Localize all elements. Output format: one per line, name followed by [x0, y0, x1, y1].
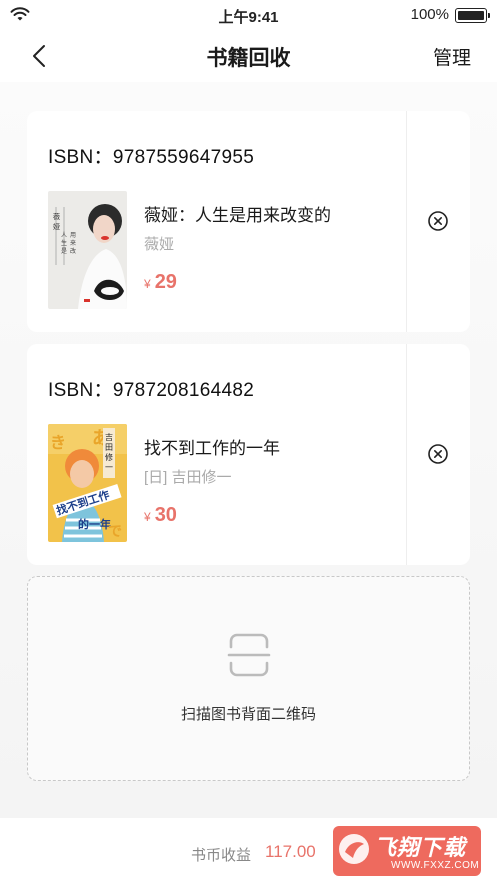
- svg-text:修: 修: [105, 452, 113, 462]
- card-divider: [406, 111, 407, 332]
- book-title: 找不到工作的一年: [144, 439, 280, 458]
- book-isbn: ISBN：9787559647955: [48, 147, 255, 168]
- svg-text:是: 是: [61, 248, 67, 255]
- svg-text:き: き: [50, 433, 66, 452]
- book-card: ISBN：9787559647955 薇 娅 人 生 是 用 来 改 薇娅：人生…: [27, 111, 470, 332]
- scan-barcode-button[interactable]: 扫描图书背面二维码: [27, 576, 470, 781]
- svg-text:生: 生: [61, 239, 67, 247]
- page-title: 书籍回收: [206, 47, 291, 70]
- currency-symbol: ¥: [144, 277, 151, 291]
- scan-label: 扫描图书背面二维码: [180, 706, 316, 723]
- book-author: [日] 吉田修一: [144, 469, 232, 486]
- card-divider: [406, 344, 407, 565]
- price-value: 29: [154, 271, 177, 293]
- book-isbn: ISBN：9787208164482: [48, 380, 255, 401]
- earnings-value: 117.00: [265, 842, 316, 861]
- book-cover-image: 薇 娅 人 生 是 用 来 改: [48, 191, 127, 309]
- book-price: ¥30: [144, 504, 177, 527]
- bottom-bar: 书币收益 117.00 飞翔下载 WWW.FXXZ.COM: [0, 818, 497, 883]
- svg-text:娅: 娅: [53, 222, 60, 231]
- svg-text:吉: 吉: [105, 433, 113, 442]
- svg-text:来: 来: [70, 240, 76, 247]
- svg-text:的一年: 的一年: [78, 517, 111, 531]
- book-author: 薇娅: [144, 236, 175, 253]
- svg-text:用: 用: [70, 232, 76, 239]
- book-card: ISBN：9787208164482 あ き 吉 田 修 一 找不到工作 的一年…: [27, 344, 470, 565]
- svg-text:改: 改: [70, 247, 76, 255]
- svg-text:で: で: [108, 524, 122, 540]
- book-cover: あ き 吉 田 修 一 找不到工作 的一年 で: [48, 424, 127, 542]
- currency-symbol: ¥: [144, 510, 151, 524]
- svg-text:薇: 薇: [53, 212, 60, 221]
- battery-icon: [455, 8, 490, 23]
- price-value: 30: [154, 504, 177, 526]
- earnings-label: 书币收益: [191, 847, 252, 864]
- scan-icon: [227, 633, 271, 677]
- remove-circle-x-icon[interactable]: [427, 443, 449, 465]
- battery-percent: 100%: [410, 6, 449, 23]
- book-cover-image: あ き 吉 田 修 一 找不到工作 的一年 で: [48, 424, 127, 542]
- status-bar: 上午9:41 100%: [0, 0, 497, 30]
- book-cover: 薇 娅 人 生 是 用 来 改: [48, 191, 127, 309]
- svg-text:田: 田: [105, 443, 113, 452]
- nav-bar: 书籍回收 管理: [0, 30, 497, 82]
- book-title: 薇娅：人生是用来改变的: [144, 206, 331, 225]
- submit-button[interactable]: [333, 826, 481, 876]
- svg-text:一: 一: [105, 463, 113, 472]
- remove-circle-x-icon[interactable]: [427, 210, 449, 232]
- svg-text:人: 人: [61, 232, 67, 239]
- manage-button[interactable]: 管理: [433, 43, 471, 70]
- book-price: ¥29: [144, 271, 177, 294]
